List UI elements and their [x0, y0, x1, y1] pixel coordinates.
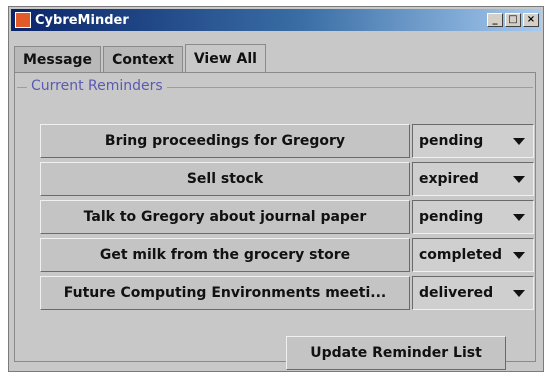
status-value: delivered	[419, 285, 494, 301]
status-dropdown[interactable]: delivered	[412, 276, 534, 310]
status-dropdown[interactable]: pending	[412, 200, 534, 234]
app-icon	[15, 12, 31, 28]
chevron-down-icon	[513, 251, 525, 259]
list-item: Sell stock expired	[40, 162, 534, 196]
reminder-list: Bring proceedings for Gregory pending Se…	[40, 124, 534, 314]
title-bar[interactable]: CybreMinder _ □ ×	[11, 9, 541, 31]
tab-message[interactable]: Message	[14, 46, 102, 72]
status-dropdown[interactable]: expired	[412, 162, 534, 196]
chevron-down-icon	[513, 213, 525, 221]
tab-bar: Message Context View All	[14, 44, 268, 73]
status-value: pending	[419, 209, 484, 225]
reminder-button[interactable]: Get milk from the grocery store	[40, 238, 410, 272]
status-dropdown[interactable]: completed	[412, 238, 534, 272]
list-item: Get milk from the grocery store complete…	[40, 238, 534, 272]
list-item: Talk to Gregory about journal paper pend…	[40, 200, 534, 234]
update-reminder-list-button[interactable]: Update Reminder List	[286, 336, 506, 370]
status-value: pending	[419, 133, 484, 149]
list-item: Future Computing Environments meeti... d…	[40, 276, 534, 310]
list-item: Bring proceedings for Gregory pending	[40, 124, 534, 158]
maximize-button[interactable]: □	[505, 13, 521, 27]
minimize-button[interactable]: _	[487, 13, 503, 27]
status-dropdown[interactable]: pending	[412, 124, 534, 158]
status-value: completed	[419, 247, 503, 263]
reminder-button[interactable]: Sell stock	[40, 162, 410, 196]
tab-view-all[interactable]: View All	[184, 44, 266, 73]
reminder-button[interactable]: Future Computing Environments meeti...	[40, 276, 410, 310]
chevron-down-icon	[513, 175, 525, 183]
reminder-button[interactable]: Bring proceedings for Gregory	[40, 124, 410, 158]
close-button[interactable]: ×	[523, 13, 539, 27]
status-value: expired	[419, 171, 479, 187]
window-title: CybreMinder	[35, 12, 129, 28]
reminder-button[interactable]: Talk to Gregory about journal paper	[40, 200, 410, 234]
chevron-down-icon	[513, 137, 525, 145]
chevron-down-icon	[513, 289, 525, 297]
tab-context[interactable]: Context	[103, 46, 183, 72]
group-label: Current Reminders	[27, 78, 167, 94]
